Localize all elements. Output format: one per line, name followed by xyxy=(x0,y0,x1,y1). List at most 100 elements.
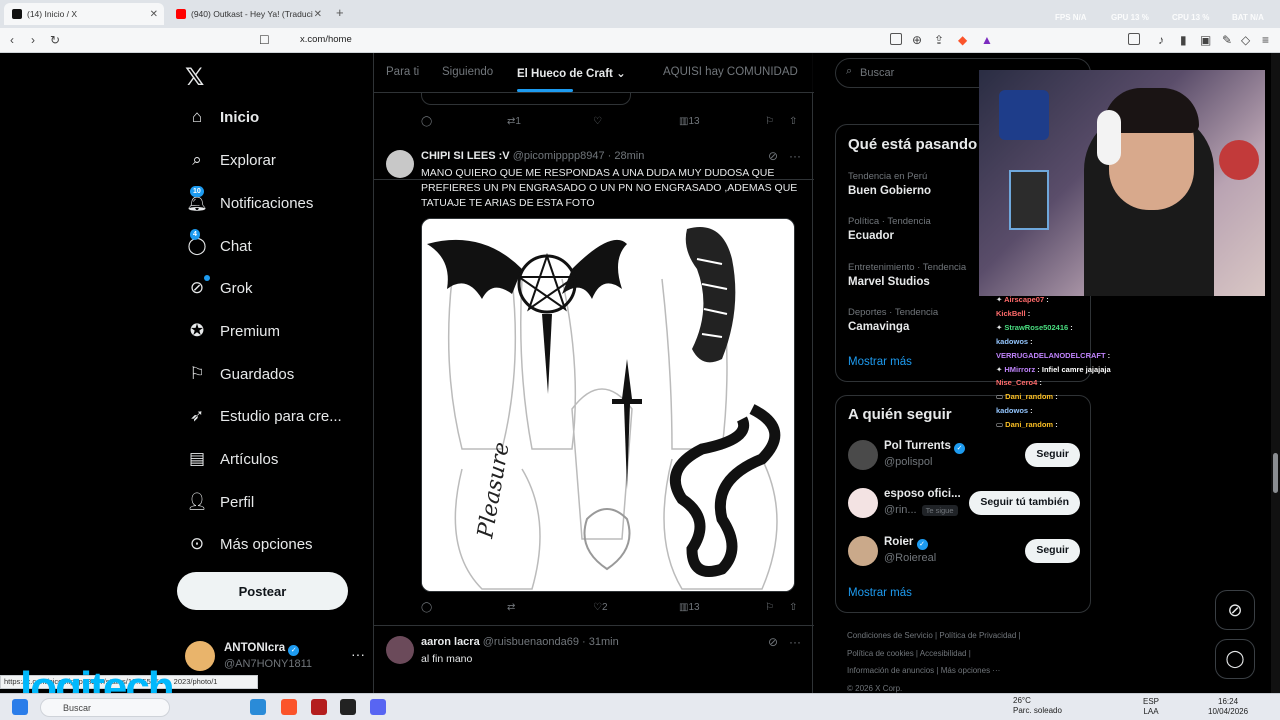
wallet-icon[interactable]: ▣ xyxy=(1200,33,1211,47)
views-icon[interactable]: ▥ 13 xyxy=(679,602,700,613)
chat-floating-button[interactable]: ◯ xyxy=(1215,639,1255,679)
footer-link[interactable]: Accesibilidad xyxy=(920,649,967,658)
tab-siguiendo[interactable]: Siguiendo xyxy=(442,66,493,78)
footer-link[interactable]: Más opciones ··· xyxy=(941,666,1001,675)
tab-para-ti[interactable]: Para ti xyxy=(386,66,419,78)
trend-item[interactable]: Tendencia en Perú Buen Gobierno xyxy=(848,171,931,197)
like-icon[interactable]: ♡ 2 xyxy=(593,602,608,613)
tab-aquisi-hay-comunidad[interactable]: AQUISI hay COMUNIDAD xyxy=(663,66,798,78)
more-icon[interactable]: ··· xyxy=(789,635,801,649)
account-handle: @AN7HONY1811 xyxy=(224,658,312,670)
bookmark-icon[interactable]: ⚐ xyxy=(765,602,774,613)
nav-label: Notificaciones xyxy=(220,194,314,212)
brave-shield-icon[interactable]: ◆ xyxy=(958,33,967,47)
avatar[interactable] xyxy=(386,636,414,664)
follow-button[interactable]: Seguir xyxy=(1025,539,1080,563)
nav-item-premium[interactable]: ✪ Premium xyxy=(185,313,280,349)
close-tab-icon[interactable]: ✕ xyxy=(314,9,322,20)
brave-rewards-icon[interactable]: ▲ xyxy=(981,33,993,47)
notification-badge: 10 xyxy=(190,186,204,197)
reload-icon[interactable]: ↻ xyxy=(50,33,60,47)
reply-icon[interactable]: ◯ xyxy=(421,602,432,613)
footer-link[interactable]: Información de anuncios xyxy=(847,666,934,675)
reply-icon[interactable]: ◯ xyxy=(421,116,432,127)
scrollbar[interactable] xyxy=(1271,53,1280,693)
back-icon[interactable]: ‹ xyxy=(10,33,14,47)
grok-icon[interactable]: ⊘ xyxy=(768,149,778,163)
share-icon[interactable]: ⇪ xyxy=(934,33,944,47)
grok-icon[interactable]: ⊘ xyxy=(768,635,778,649)
like-icon[interactable]: ♡ xyxy=(593,116,602,127)
rocket-icon: ➶ xyxy=(189,406,205,425)
x-logo-icon[interactable]: 𝕏 xyxy=(185,63,204,92)
tab-el-hueco-de-craft[interactable]: El Hueco de Craft ⌄ xyxy=(517,66,626,80)
clock[interactable]: 16:24 10/04/2026 xyxy=(1208,697,1248,717)
nav-item-explorar[interactable]: ⌕ Explorar xyxy=(185,142,276,178)
share-icon[interactable]: ⇧ xyxy=(789,116,797,127)
explorer-icon[interactable] xyxy=(250,699,266,715)
language-indicator[interactable]: ESP LAA xyxy=(1143,697,1159,717)
follow-button[interactable]: Seguir xyxy=(1025,443,1080,467)
nav-item-articulos[interactable]: ▤ Artículos xyxy=(185,441,278,477)
obs-icon[interactable] xyxy=(340,699,356,715)
repost-icon[interactable]: ⇄ 1 xyxy=(507,116,521,127)
show-more-link[interactable]: Mostrar más xyxy=(848,587,912,599)
netflix-icon[interactable] xyxy=(311,699,327,715)
follow-suggestion[interactable]: Roier ✓ @Roiereal Seguir xyxy=(848,534,1080,570)
nav-item-estudio[interactable]: ➶ Estudio para cre... xyxy=(185,398,342,434)
reader-icon[interactable]: ▮ xyxy=(1180,33,1187,47)
nav-item-grok[interactable]: ⊘ Grok xyxy=(185,270,253,306)
footer-link[interactable]: Política de Privacidad xyxy=(939,631,1016,640)
views-icon[interactable]: ▥ 13 xyxy=(679,116,700,127)
extensions-icon[interactable]: ✎ xyxy=(1222,33,1232,47)
menu-icon[interactable]: ≡ xyxy=(1262,33,1269,47)
nav-item-perfil[interactable]: 👤︎ Perfil xyxy=(185,484,254,520)
footer-link[interactable]: Política de cookies xyxy=(847,649,914,658)
post-image[interactable]: Pleasure xyxy=(421,218,795,592)
follow-back-button[interactable]: Seguir tú también xyxy=(969,491,1080,515)
trend-item[interactable]: Política · Tendencia Ecuador xyxy=(848,216,931,242)
scrollbar-thumb[interactable] xyxy=(1273,453,1278,493)
nav-item-inicio[interactable]: ⌂ Inicio xyxy=(185,99,259,135)
follow-suggestion[interactable]: Pol Turrents ✓ @polispol Seguir xyxy=(848,438,1080,474)
new-tab-button[interactable]: + xyxy=(336,5,344,20)
music-icon[interactable]: ♪ xyxy=(1158,33,1164,47)
browser-tab-youtube[interactable]: (940) Outkast - Hey Ya! (Traducida al ✕ xyxy=(168,3,328,25)
show-more-link[interactable]: Mostrar más xyxy=(848,356,912,368)
nav-item-notificaciones[interactable]: 🔔︎ 10 Notificaciones xyxy=(185,185,313,221)
url-field[interactable]: x.com/home xyxy=(300,34,352,45)
forward-icon[interactable]: › xyxy=(31,33,35,47)
sidebar-toggle-icon[interactable] xyxy=(1128,33,1140,45)
discord-icon[interactable] xyxy=(370,699,386,715)
windows-start-icon[interactable] xyxy=(12,699,28,715)
grok-floating-button[interactable]: ⊘ xyxy=(1215,590,1255,630)
close-tab-icon[interactable]: ✕ xyxy=(150,9,158,20)
trend-item[interactable]: Deportes · Tendencia Camavinga xyxy=(848,307,938,333)
screen-icon[interactable] xyxy=(890,33,902,45)
weather-widget[interactable]: 26°C Parc. soleado xyxy=(995,696,1062,716)
post-time: 28min xyxy=(614,150,645,162)
trend-item[interactable]: Entretenimiento · Tendencia Marvel Studi… xyxy=(848,262,966,288)
bookmark-page-icon[interactable]: ☐ xyxy=(259,33,270,47)
follow-suggestion[interactable]: esposo ofici... @rin... Te sigue Seguir t… xyxy=(848,486,1080,522)
nav-item-mas-opciones[interactable]: ⊙ Más opciones xyxy=(185,526,313,562)
vpn-icon[interactable]: ◇ xyxy=(1241,33,1250,47)
repost-icon[interactable]: ⇄ xyxy=(507,602,515,613)
post-chipi[interactable]: CHIPI SI LEES :V @picomipppp8947 · 28min… xyxy=(374,140,814,626)
nav-item-chat[interactable]: ◯ 4 Chat xyxy=(185,228,252,264)
profile-icon: 👤︎ xyxy=(186,492,208,511)
premium-icon: ✪ xyxy=(189,321,205,340)
taskbar-search[interactable]: Buscar xyxy=(40,698,170,717)
post-button[interactable]: Postear xyxy=(177,572,348,610)
share-icon[interactable]: ⇧ xyxy=(789,602,797,613)
zoom-icon[interactable]: ⊕ xyxy=(912,33,922,47)
avatar[interactable] xyxy=(386,150,414,178)
more-icon[interactable]: ··· xyxy=(789,149,801,163)
nav-item-guardados[interactable]: ⚐ Guardados xyxy=(185,356,294,392)
avatar xyxy=(848,536,878,566)
brave-icon[interactable] xyxy=(281,699,297,715)
bookmark-icon[interactable]: ⚐ xyxy=(765,116,774,127)
footer-link[interactable]: Condiciones de Servicio xyxy=(847,631,933,640)
more-icon[interactable]: ··· xyxy=(351,646,365,662)
browser-tab-x[interactable]: (14) Inicio / X ✕ xyxy=(4,3,164,25)
